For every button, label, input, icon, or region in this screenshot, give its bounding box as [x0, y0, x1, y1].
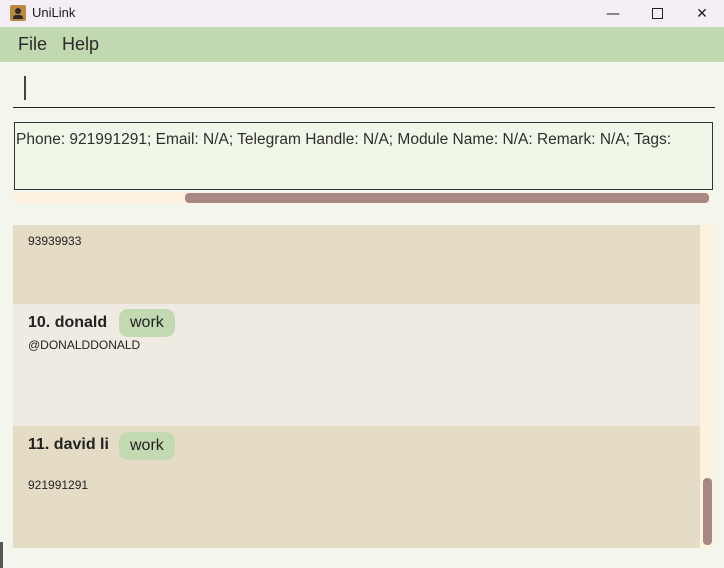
text-caret — [24, 76, 26, 100]
contact-name: 11. david li — [28, 436, 109, 453]
contact-card[interactable]: 11. david li work 921991291 — [13, 426, 700, 548]
app-icon — [10, 5, 26, 21]
vertical-scrollbar-thumb[interactable] — [703, 478, 712, 545]
contact-phone: 93939933 — [28, 234, 82, 248]
contact-list: 93939933 10. donald work @DONALDDONALD 1… — [13, 225, 700, 548]
contact-tag: work — [119, 309, 175, 337]
minimize-button[interactable]: — — [590, 0, 636, 27]
maximize-button[interactable] — [634, 0, 680, 27]
maximize-icon — [651, 8, 663, 19]
command-input[interactable] — [13, 70, 715, 108]
contact-card[interactable]: 93939933 — [13, 225, 700, 304]
close-button[interactable]: ✕ — [679, 0, 724, 27]
contact-phone: 921991291 — [28, 478, 89, 492]
contact-card[interactable]: 10. donald work @DONALDDONALD — [13, 304, 700, 426]
menu-file[interactable]: File — [18, 34, 47, 55]
title-bar: UniLink — ✕ — [0, 0, 724, 27]
contact-tag: work — [119, 432, 175, 460]
window-edge — [0, 542, 3, 568]
window-title: UniLink — [32, 5, 76, 20]
horizontal-scrollbar-thumb[interactable] — [185, 193, 709, 203]
menu-bar: File Help — [0, 27, 724, 62]
result-display: Phone: 921991291; Email: N/A; Telegram H… — [14, 122, 713, 190]
contact-name: 10. donald — [28, 314, 108, 331]
menu-help[interactable]: Help — [62, 34, 99, 55]
contact-telegram: @DONALDDONALD — [28, 338, 141, 352]
